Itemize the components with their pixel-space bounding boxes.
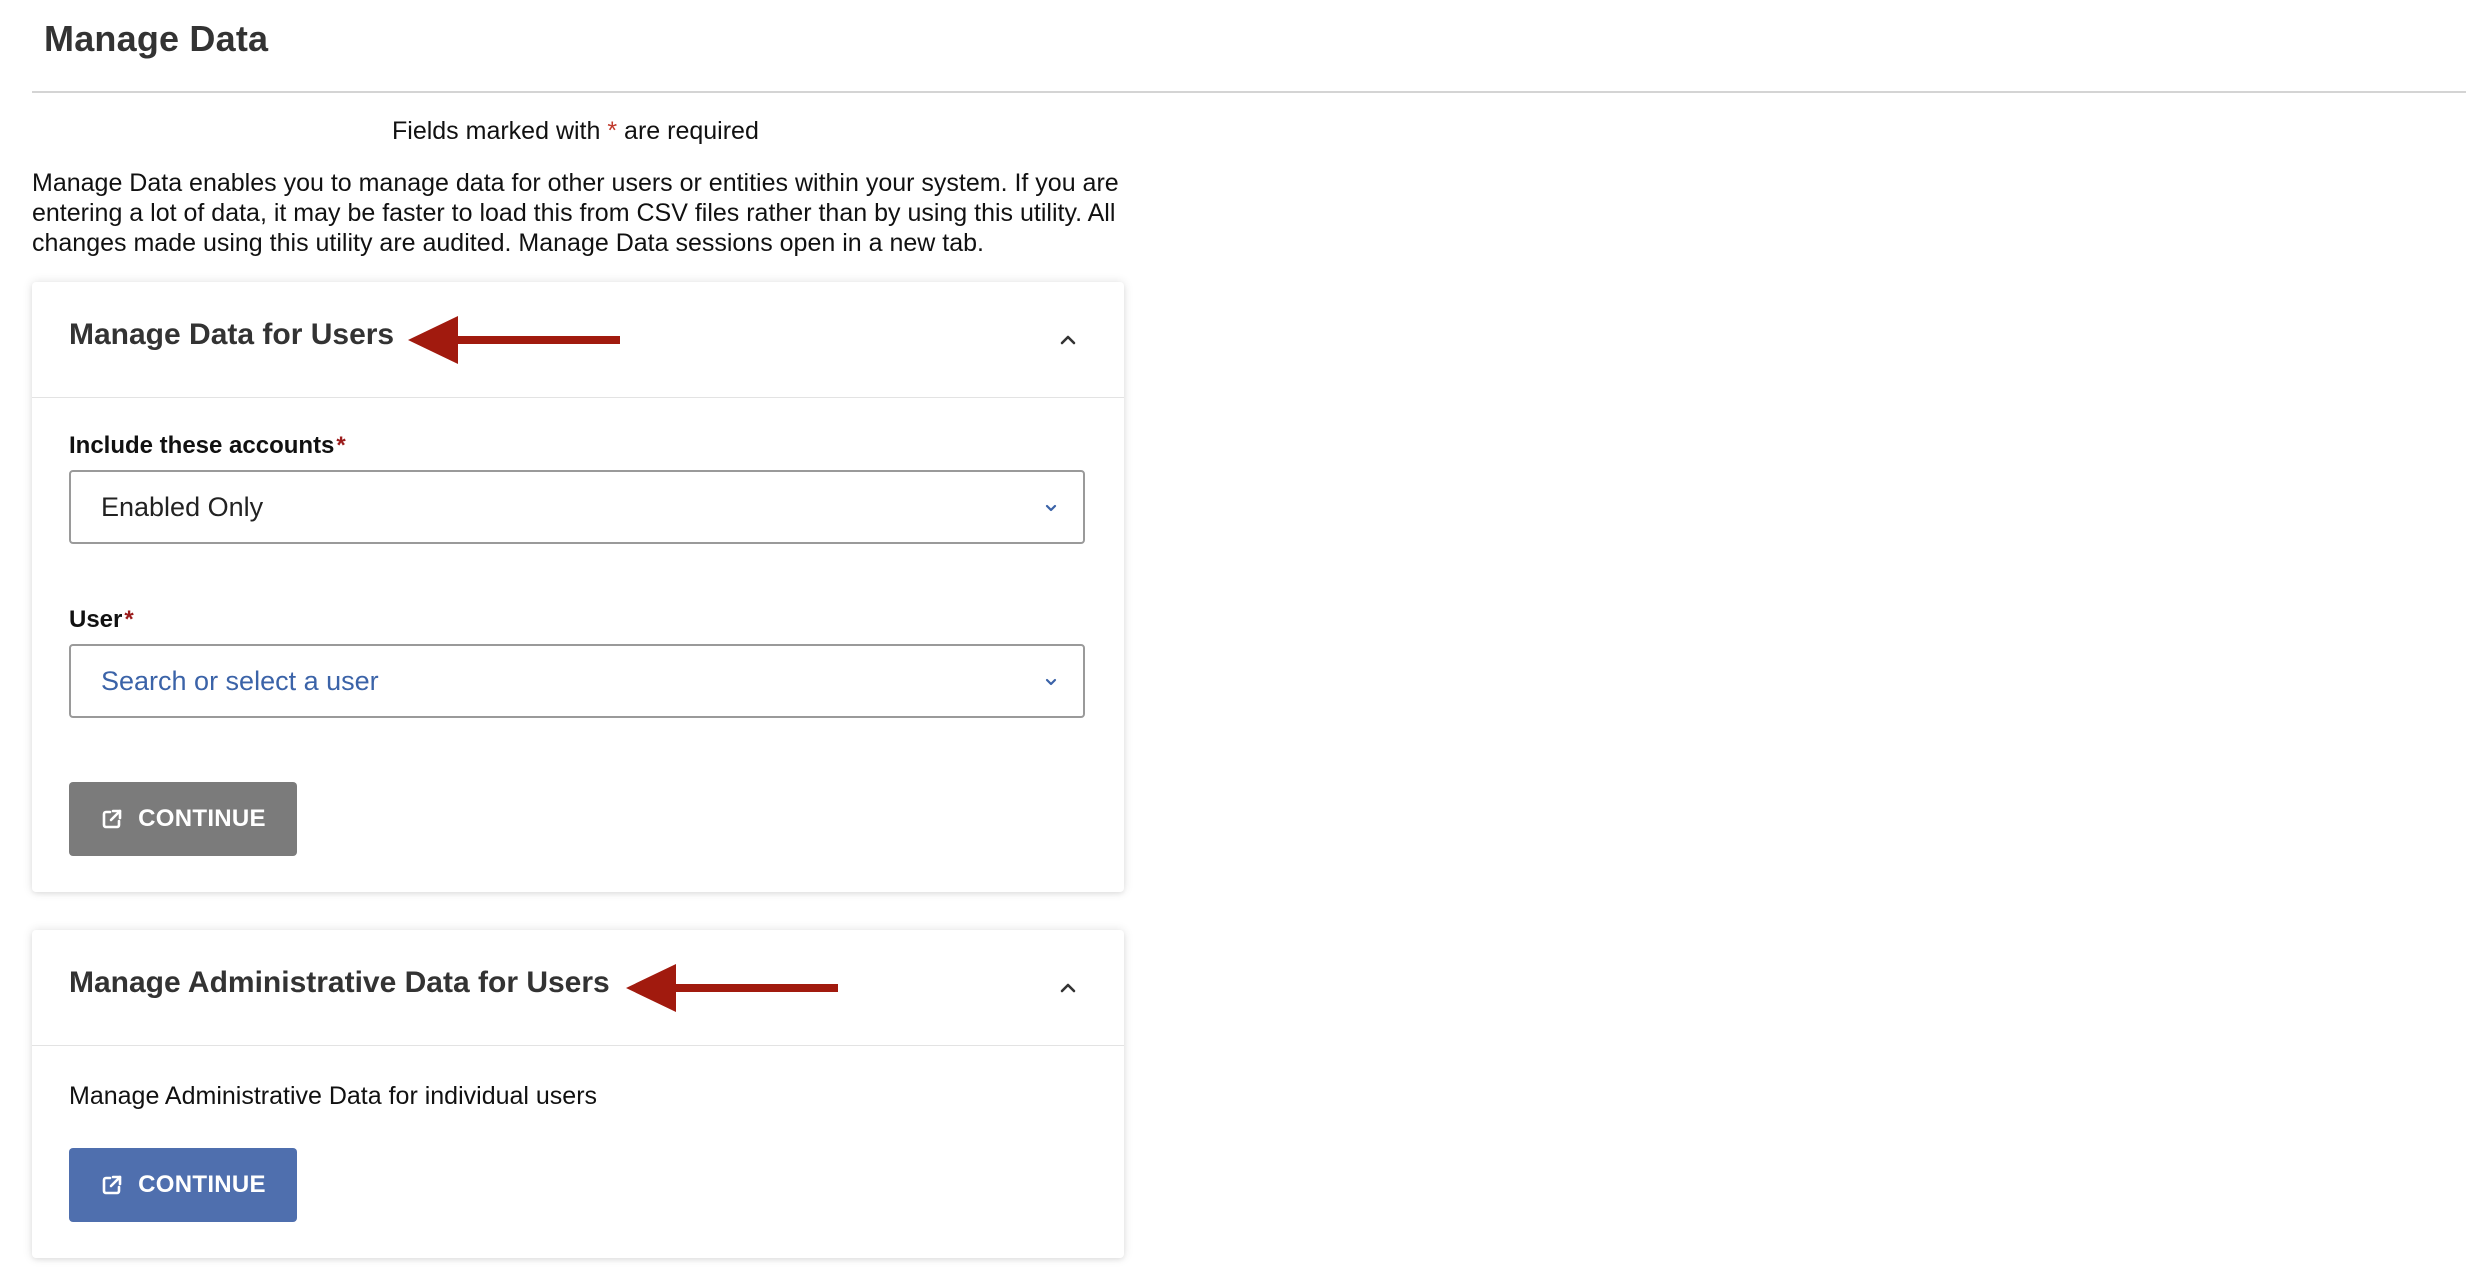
required-note-suffix: are required bbox=[617, 117, 759, 145]
collapse-manage-users-button[interactable] bbox=[1056, 328, 1080, 352]
accounts-label-text: Include these accounts bbox=[69, 432, 335, 459]
accounts-field-label: Include these accounts* bbox=[69, 432, 346, 460]
intro-text: Manage Data enables you to manage data f… bbox=[32, 169, 1119, 257]
manage-users-card-header[interactable]: Manage Data for Users bbox=[32, 282, 1124, 398]
continue-label: CONTINUE bbox=[138, 805, 266, 832]
title-divider bbox=[32, 91, 2466, 93]
chevron-down-icon bbox=[1045, 678, 1057, 686]
required-star: * bbox=[607, 117, 618, 145]
red-arrow-annotation bbox=[626, 964, 838, 1012]
user-label-text: User bbox=[69, 606, 123, 633]
accounts-select[interactable]: Enabled Only bbox=[69, 470, 1085, 544]
manage-admin-card: Manage Administrative Data for Users Man… bbox=[32, 930, 1124, 1258]
manage-users-card: Manage Data for Users Include these acco… bbox=[32, 282, 1124, 892]
external-link-icon bbox=[102, 809, 122, 829]
required-fields-note: Fields marked with * are required bbox=[392, 117, 759, 146]
collapse-manage-admin-button[interactable] bbox=[1056, 976, 1080, 1000]
chevron-up-icon bbox=[1060, 335, 1076, 345]
manage-admin-card-header[interactable]: Manage Administrative Data for Users bbox=[32, 930, 1124, 1046]
continue-label: CONTINUE bbox=[138, 1171, 266, 1198]
manage-users-continue-button[interactable]: CONTINUE bbox=[69, 782, 297, 856]
chevron-up-icon bbox=[1060, 983, 1076, 993]
page-title: Manage Data bbox=[44, 18, 269, 59]
user-select[interactable]: Search or select a user bbox=[69, 644, 1085, 718]
user-select-placeholder: Search or select a user bbox=[101, 665, 379, 696]
manage-admin-card-title: Manage Administrative Data for Users bbox=[69, 966, 610, 999]
required-note-prefix: Fields marked with bbox=[392, 117, 608, 145]
manage-data-page: Manage Data Fields marked with * are req… bbox=[0, 0, 2478, 1284]
required-star: * bbox=[124, 606, 134, 633]
accounts-select-value: Enabled Only bbox=[101, 491, 264, 522]
external-link-icon bbox=[102, 1175, 122, 1195]
manage-admin-description: Manage Administrative Data for individua… bbox=[69, 1082, 598, 1110]
required-star: * bbox=[336, 432, 346, 459]
chevron-down-icon bbox=[1045, 504, 1057, 512]
red-arrow-annotation bbox=[408, 316, 620, 364]
manage-admin-continue-button[interactable]: CONTINUE bbox=[69, 1148, 297, 1222]
user-field-label: User* bbox=[69, 606, 134, 634]
manage-users-card-title: Manage Data for Users bbox=[69, 318, 395, 351]
